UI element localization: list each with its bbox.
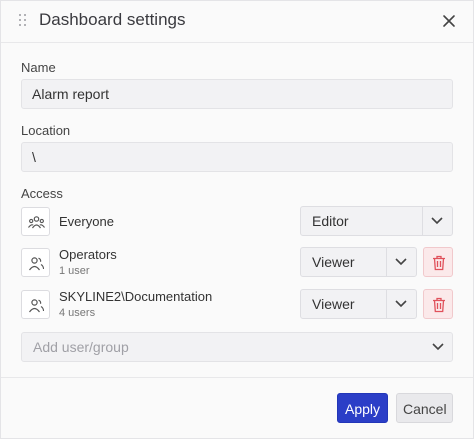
group-icon [21,207,50,236]
location-input[interactable]: \ [21,142,453,172]
access-label: Access [21,186,63,201]
role-select-value: Editor [312,213,349,229]
name-input[interactable]: Alarm report [21,79,453,109]
cancel-button[interactable]: Cancel [396,393,453,423]
name-label: Name [21,60,56,75]
users-icon [21,248,50,277]
access-entry-name: SKYLINE2\Documentation [59,289,213,304]
chevron-down-icon [431,217,443,225]
drag-handle-icon[interactable] [18,14,28,28]
select-divider [386,290,387,318]
users-icon [21,290,50,319]
footer-divider [1,377,473,378]
chevron-down-icon [432,343,444,351]
chevron-down-icon [395,258,407,266]
location-label: Location [21,123,71,138]
access-entry-count: 1 user [59,265,90,277]
dialog-header: Dashboard settings [1,1,473,43]
delete-button[interactable] [423,289,453,319]
role-select[interactable]: Editor [300,206,453,236]
dashboard-settings-dialog: Dashboard settings Name Alarm report Loc… [0,0,474,439]
role-select[interactable]: Viewer [300,247,417,277]
trash-icon [433,255,445,271]
select-divider [386,248,387,276]
add-user-group-select[interactable]: Add user/group [21,332,453,362]
role-select-value: Viewer [312,296,355,312]
access-entry-name: Operators [59,247,117,262]
select-divider [422,207,423,235]
delete-button[interactable] [423,247,453,277]
add-user-group-placeholder: Add user/group [33,339,129,355]
role-select-value: Viewer [312,254,355,270]
dialog-title: Dashboard settings [39,10,186,29]
apply-button[interactable]: Apply [337,393,388,423]
trash-icon [433,297,445,313]
role-select[interactable]: Viewer [300,289,417,319]
access-entry-count: 4 users [59,307,96,319]
chevron-down-icon [395,300,407,308]
access-entry-name: Everyone [59,214,114,229]
close-icon[interactable] [439,11,459,31]
